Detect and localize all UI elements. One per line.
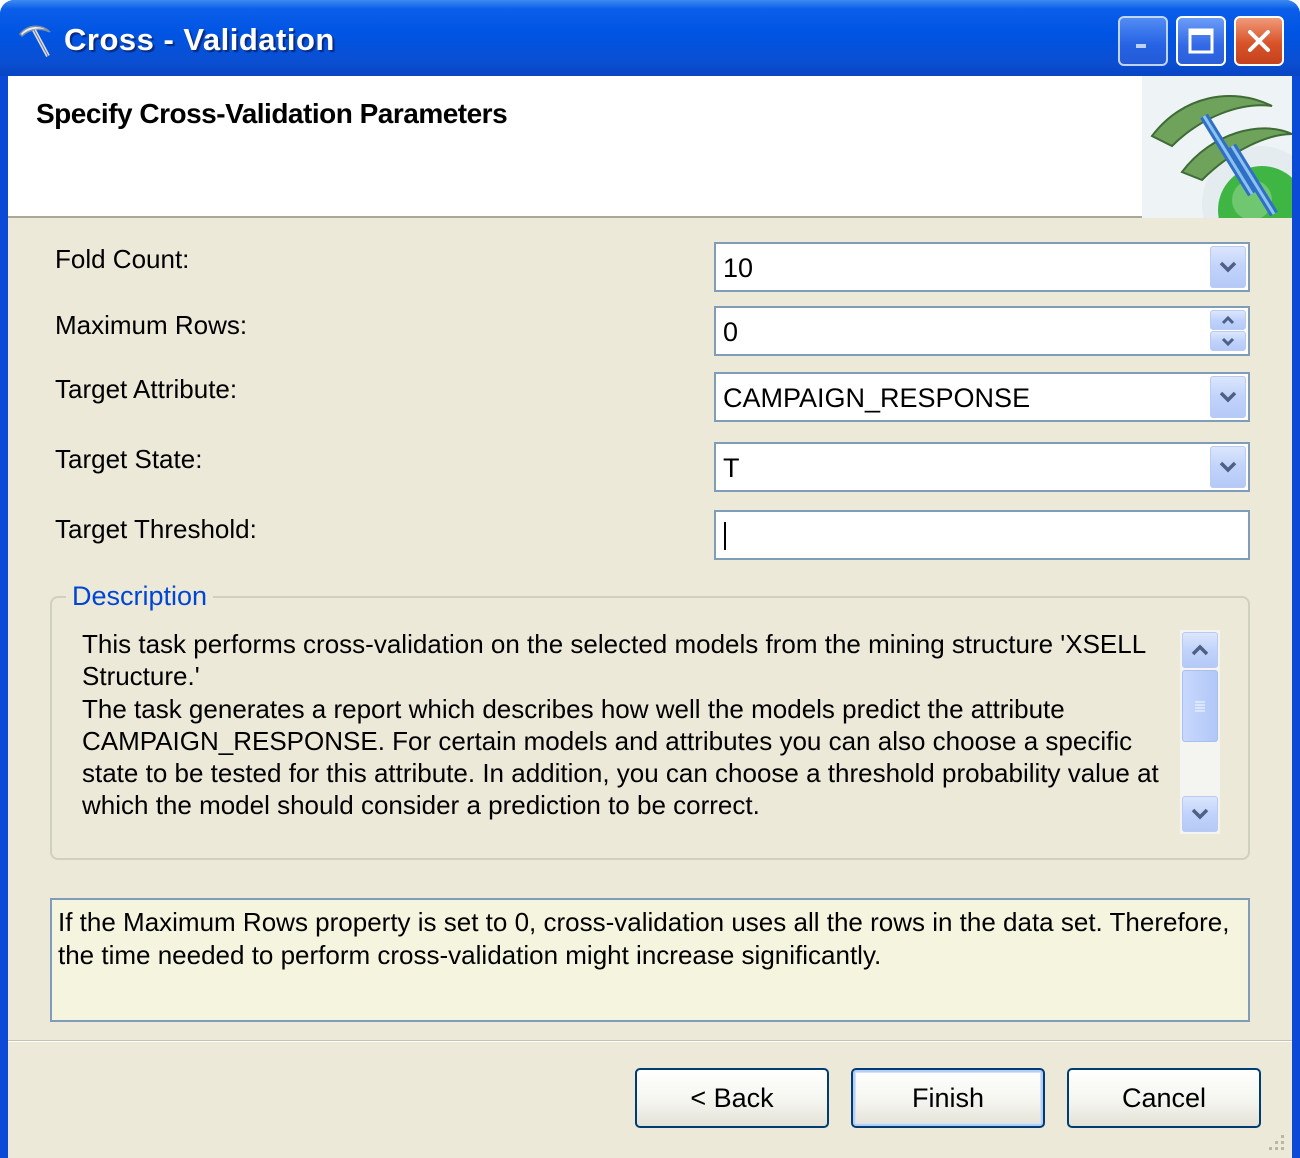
text-caret <box>724 522 726 550</box>
maximize-button[interactable] <box>1176 16 1226 66</box>
chevron-down-icon <box>1219 261 1237 273</box>
fold-count-label: Fold Count: <box>55 244 190 274</box>
footer-divider <box>8 1040 1292 1042</box>
dialog-window: Cross - Validation Specify Cross-Validat… <box>0 0 1300 1158</box>
title-bar[interactable]: Cross - Validation <box>0 0 1300 76</box>
fold-count-dropdown-button[interactable] <box>1210 246 1246 288</box>
dialog-body: Specify Cross-Validation Parameters Fold… <box>8 76 1292 1158</box>
maximum-rows-value: 0 <box>723 317 739 347</box>
target-threshold-label: Target Threshold: <box>55 514 257 544</box>
page-title: Specify Cross-Validation Parameters <box>36 98 508 129</box>
resize-grip-icon[interactable] <box>1264 1130 1286 1152</box>
chevron-down-icon <box>1221 337 1235 346</box>
property-help-box: If the Maximum Rows property is set to 0… <box>50 898 1250 1022</box>
maximum-rows-label: Maximum Rows: <box>55 310 248 340</box>
chevron-up-icon <box>1191 644 1209 656</box>
minimize-button[interactable] <box>1118 16 1168 66</box>
description-scrollbar[interactable] <box>1180 630 1220 834</box>
target-state-dropdown-button[interactable] <box>1210 446 1246 488</box>
pickaxe-icon <box>18 25 51 57</box>
scroll-down-button[interactable] <box>1182 796 1218 832</box>
target-attribute-dropdown-button[interactable] <box>1210 376 1246 418</box>
description-legend: Description <box>66 581 214 612</box>
fold-count-combobox[interactable]: 10 <box>714 242 1250 292</box>
scroll-thumb[interactable] <box>1182 670 1218 742</box>
property-help-text: If the Maximum Rows property is set to 0… <box>58 907 1230 970</box>
scroll-up-button[interactable] <box>1182 632 1218 668</box>
target-state-value: T <box>723 453 740 483</box>
fold-count-value: 10 <box>723 253 754 283</box>
maximum-rows-stepper[interactable]: 0 <box>714 306 1250 356</box>
wizard-header: Specify Cross-Validation Parameters <box>8 76 1292 218</box>
close-icon <box>1248 30 1270 52</box>
chevron-down-icon <box>1219 391 1237 403</box>
back-button[interactable]: < Back <box>635 1068 829 1128</box>
target-attribute-combobox[interactable]: CAMPAIGN_RESPONSE <box>714 372 1250 422</box>
target-threshold-input[interactable] <box>714 510 1250 560</box>
target-attribute-label: Target Attribute: <box>55 374 238 404</box>
spin-down-button[interactable] <box>1210 331 1246 351</box>
maximize-icon <box>1188 28 1214 54</box>
cancel-button[interactable]: Cancel <box>1067 1068 1261 1128</box>
target-state-label: Target State: <box>55 444 203 474</box>
close-button[interactable] <box>1234 16 1284 66</box>
chevron-down-icon <box>1191 808 1209 820</box>
spin-buttons <box>1210 310 1246 352</box>
target-attribute-value: CAMPAIGN_RESPONSE <box>723 383 1031 413</box>
window-title: Cross - Validation <box>64 22 335 57</box>
description-paragraph: The task generates a report which descri… <box>82 693 1159 821</box>
finish-button[interactable]: Finish <box>851 1068 1045 1128</box>
chevron-down-icon <box>1219 461 1237 473</box>
spin-up-button[interactable] <box>1210 310 1246 330</box>
data-mining-logo-icon <box>1142 76 1292 218</box>
minimize-icon <box>1136 44 1146 48</box>
description-text[interactable]: This task performs cross-validation on t… <box>82 628 1178 834</box>
chevron-up-icon <box>1221 315 1235 324</box>
grip-lines-icon <box>1195 701 1205 712</box>
target-state-combobox[interactable]: T <box>714 442 1250 492</box>
description-paragraph: This task performs cross-validation on t… <box>82 629 1146 692</box>
